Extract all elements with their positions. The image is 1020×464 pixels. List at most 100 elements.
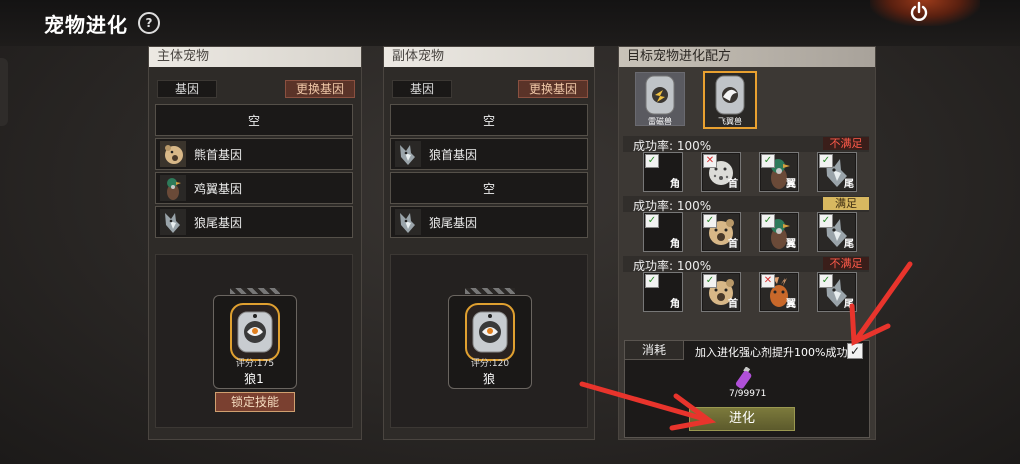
booster-description: 加入进化强心剂提升100%成功率 <box>695 346 859 359</box>
power-icon[interactable] <box>908 1 930 23</box>
main-gene-tab[interactable]: 基因 <box>157 80 217 98</box>
main-pet-panel-title: 主体宠物 <box>149 47 361 67</box>
target-name: 飞翼兽 <box>718 117 742 126</box>
booster-checkbox[interactable]: ✓ <box>847 343 863 359</box>
target-option-1[interactable]: 雷磁兽 <box>635 72 685 126</box>
slot-label: 尾 <box>844 179 854 190</box>
slot-label: 首 <box>728 239 738 250</box>
recipe-rate-row: 成功率: 100% 满足 <box>623 196 869 213</box>
check-icon: ✓ <box>703 214 717 228</box>
main-gene-row-2[interactable]: 熊首基因 <box>155 138 353 170</box>
check-icon: ✓ <box>761 154 775 168</box>
secondary-gene-row-4[interactable]: 狼尾基因 <box>390 206 588 238</box>
slot-label: 翼 <box>786 239 796 250</box>
gene-label: 空 <box>482 114 495 128</box>
recipe-slot-首[interactable]: ✕ 首 <box>701 152 741 192</box>
page-title: 宠物进化 <box>44 13 128 37</box>
recipe-status-badge: 不满足 <box>823 137 869 150</box>
cross-icon: ✕ <box>703 154 717 168</box>
secondary-gene-row-2[interactable]: 狼首基因 <box>390 138 588 170</box>
recipe-slot-翼[interactable]: ✓ 翼 <box>759 212 799 252</box>
recipe-rate-row: 成功率: 100% 不满足 <box>623 136 869 153</box>
slot-label: 尾 <box>844 239 854 250</box>
secondary-pet-panel: 副体宠物 基因 更换基因 空 狼首基因 空 狼尾基因 评分:120 狼 <box>383 46 595 440</box>
check-icon: ✓ <box>703 274 717 288</box>
secondary-pet-panel-title: 副体宠物 <box>384 47 594 67</box>
card-stripe <box>465 288 515 294</box>
recipe-status-badge: 满足 <box>823 197 869 210</box>
bear-head-icon <box>160 141 186 167</box>
main-swap-gene-button[interactable]: 更换基因 <box>285 80 355 98</box>
main-pet-display: 评分:175 狼1 锁定技能 <box>155 254 353 428</box>
secondary-gene-tab[interactable]: 基因 <box>392 80 452 98</box>
secondary-swap-gene-button[interactable]: 更换基因 <box>518 80 588 98</box>
pet-name: 狼 <box>482 372 495 386</box>
slot-label: 角 <box>670 239 680 250</box>
card-stripe <box>230 288 280 294</box>
cost-tab[interactable]: 消耗 <box>625 341 684 360</box>
lock-skill-button[interactable]: 锁定技能 <box>215 392 295 412</box>
slot-label: 尾 <box>844 299 854 310</box>
recipe-slot-首[interactable]: ✓ 首 <box>701 272 741 312</box>
gene-label: 空 <box>482 182 495 196</box>
potion-count: 7/99971 <box>729 389 767 399</box>
gene-label: 狼首基因 <box>429 148 478 162</box>
recipe-slot-角[interactable]: ✓ 角 <box>643 152 683 192</box>
side-drawer-handle[interactable] <box>0 58 8 126</box>
main-gene-row-1[interactable]: 空 <box>155 104 353 136</box>
pet-name: 狼1 <box>244 372 264 386</box>
potion-icon[interactable] <box>735 367 757 391</box>
target-name: 雷磁兽 <box>648 117 672 126</box>
pet-score: 评分:120 <box>470 359 510 369</box>
gene-label: 狼尾基因 <box>429 216 478 230</box>
evolve-button[interactable]: 进化 <box>689 407 795 431</box>
wing-beast-tag-icon <box>715 75 745 115</box>
wolf-tail-icon <box>160 209 186 235</box>
slot-label: 首 <box>728 299 738 310</box>
gene-label: 空 <box>247 114 260 128</box>
recipe-slot-首[interactable]: ✓ 首 <box>701 212 741 252</box>
main-pet-panel: 主体宠物 基因 更换基因 空 熊首基因 鸡翼基因 狼尾基因 评分:175 狼1 … <box>148 46 362 440</box>
gene-label: 熊首基因 <box>194 148 243 162</box>
wolf-dogtag-icon <box>230 303 280 361</box>
cross-icon: ✕ <box>761 274 775 288</box>
target-option-2[interactable]: 飞翼兽 <box>703 71 757 129</box>
slot-label: 首 <box>728 179 738 190</box>
recipe-slot-角[interactable]: ✓ 角 <box>643 272 683 312</box>
secondary-gene-row-1[interactable]: 空 <box>390 104 588 136</box>
check-icon: ✓ <box>819 154 833 168</box>
main-gene-row-4[interactable]: 狼尾基因 <box>155 206 353 238</box>
pet-score: 评分:175 <box>235 359 275 369</box>
recipe-status-badge: 不满足 <box>823 257 869 270</box>
recipe-slot-角[interactable]: ✓ 角 <box>643 212 683 252</box>
recipe-slot-翼[interactable]: ✓ 翼 <box>759 152 799 192</box>
chicken-wing-icon <box>160 175 186 201</box>
slot-label: 翼 <box>786 179 796 190</box>
wolf-head-icon <box>395 141 421 167</box>
gene-label: 鸡翼基因 <box>194 182 243 196</box>
check-icon: ✓ <box>645 274 659 288</box>
wolf-tail-icon <box>395 209 421 235</box>
recipe-rate-row: 成功率: 100% 不满足 <box>623 256 869 273</box>
thunder-beast-tag-icon <box>645 75 675 115</box>
recipe-slot-尾[interactable]: ✓ 尾 <box>817 212 857 252</box>
secondary-gene-row-3[interactable]: 空 <box>390 172 588 204</box>
recipe-slot-翼[interactable]: ✕ 翼 <box>759 272 799 312</box>
slot-label: 翼 <box>786 299 796 310</box>
check-icon: ✓ <box>819 214 833 228</box>
recipe-slot-尾[interactable]: ✓ 尾 <box>817 272 857 312</box>
wolf-dogtag-icon <box>465 303 515 361</box>
cost-section: 消耗 加入进化强心剂提升100%成功率 ✓ 7/99971 进化 <box>624 340 870 438</box>
secondary-pet-display: 评分:120 狼 <box>390 254 588 428</box>
recipe-slot-尾[interactable]: ✓ 尾 <box>817 152 857 192</box>
slot-label: 角 <box>670 299 680 310</box>
help-icon[interactable]: ? <box>138 12 160 34</box>
gene-label: 狼尾基因 <box>194 216 243 230</box>
recipe-panel-title: 目标宠物进化配方 <box>619 47 875 67</box>
check-icon: ✓ <box>819 274 833 288</box>
check-icon: ✓ <box>645 154 659 168</box>
check-icon: ✓ <box>761 214 775 228</box>
slot-label: 角 <box>670 179 680 190</box>
main-gene-row-3[interactable]: 鸡翼基因 <box>155 172 353 204</box>
check-icon: ✓ <box>645 214 659 228</box>
